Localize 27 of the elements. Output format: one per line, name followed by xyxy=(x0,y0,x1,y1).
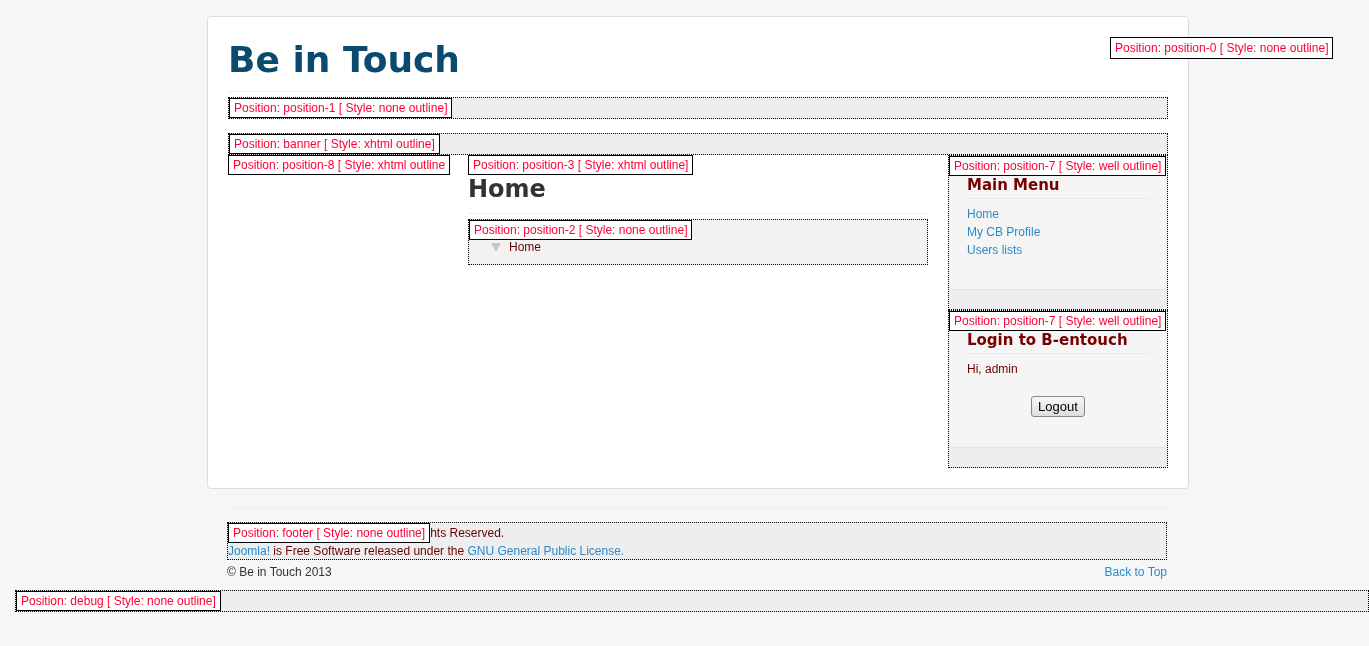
back-to-top-link[interactable]: Back to Top xyxy=(1104,564,1167,580)
module-title: Login to B-entouch xyxy=(967,331,1129,349)
copyright-text: © Be in Touch 2013 xyxy=(227,564,332,580)
license-text: Joomla! is Free Software released under the GNU General Public License. xyxy=(228,543,626,559)
position-label: Position: footer [ Style: none outline] xyxy=(228,523,431,543)
breadcrumb-item: Home xyxy=(509,240,541,254)
position-label: Position: position-1 [ Style: none outline] xyxy=(229,98,453,118)
menu-link[interactable]: My CB Profile xyxy=(967,223,1041,241)
license-link[interactable]: GNU General Public License. xyxy=(467,544,625,558)
greeting-text: Hi, admin xyxy=(967,361,1018,378)
position-label: Position: position-2 [ Style: none outline] xyxy=(469,220,693,240)
position-label: Position: debug [ Style: none outline] xyxy=(16,591,221,611)
logout-button[interactable]: Logout xyxy=(1031,396,1085,417)
position-label: Position: position-0 [ Style: none outline] xyxy=(1110,37,1334,59)
joomla-link[interactable]: Joomla! xyxy=(228,544,271,558)
rights-text: hts Reserved. xyxy=(430,526,505,540)
position-label: Position: position-7 [ Style: well outline] xyxy=(949,311,1167,331)
page-heading: Home xyxy=(468,177,547,201)
position-label: Position: position-7 [ Style: well outline] xyxy=(949,156,1167,176)
position-label: Position: banner [ Style: xhtml outline] xyxy=(229,134,440,154)
position-label: Position: position-8 [ Style: xhtml outline xyxy=(228,155,451,175)
site-title[interactable]: Be in Touch xyxy=(228,37,460,83)
menu-link[interactable]: Users lists xyxy=(967,241,1023,259)
position-label: Position: position-3 [ Style: xhtml outline] xyxy=(468,155,694,175)
module-title: Main Menu xyxy=(967,176,1061,194)
triangle-icon xyxy=(491,242,501,252)
menu-link[interactable]: Home xyxy=(967,205,999,223)
